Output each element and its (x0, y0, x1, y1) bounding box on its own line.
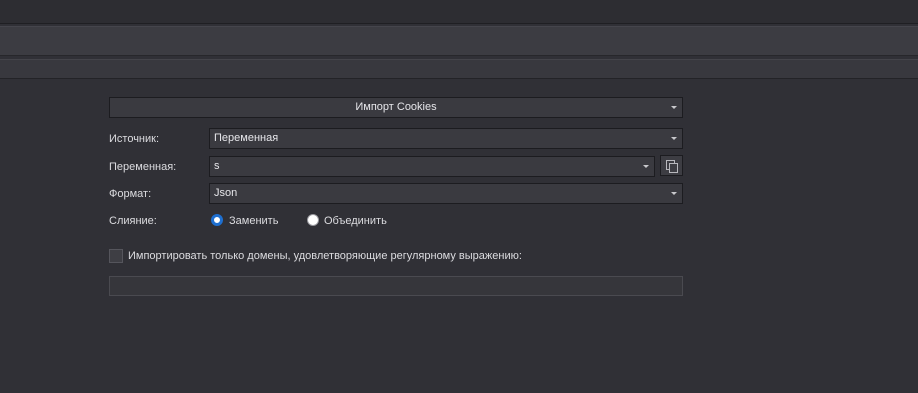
variable-dropdown[interactable]: s (209, 156, 655, 177)
source-value: Переменная (214, 132, 279, 144)
source-dropdown[interactable]: Переменная (209, 128, 683, 149)
format-label: Формат: (109, 188, 152, 200)
domain-regex-input[interactable] (109, 276, 683, 296)
chevron-down-icon (671, 106, 677, 109)
merge-replace-label[interactable]: Заменить (229, 214, 278, 228)
variable-value: s (214, 160, 220, 172)
domain-filter-label[interactable]: Импортировать только домены, удовлетворя… (128, 249, 522, 263)
window-top-bar (0, 0, 918, 24)
merge-combine-label[interactable]: Объединить (324, 214, 387, 228)
toolbar-strip (0, 26, 918, 56)
action-type-value: Импорт Cookies (355, 101, 437, 113)
action-type-dropdown[interactable]: Импорт Cookies (109, 97, 683, 118)
format-value: Json (214, 187, 238, 199)
domain-filter-checkbox[interactable] (109, 249, 123, 263)
variable-label: Переменная: (109, 161, 177, 173)
merge-combine-radio[interactable] (307, 214, 319, 226)
secondary-toolbar-strip (0, 59, 918, 79)
merge-label: Слияние: (109, 215, 157, 227)
chevron-down-icon (643, 165, 649, 168)
chevron-down-icon (671, 192, 677, 195)
source-label: Источник: (109, 133, 160, 145)
merge-replace-radio[interactable] (211, 214, 223, 226)
format-dropdown[interactable]: Json (209, 183, 683, 204)
copy-variable-button[interactable] (660, 155, 683, 176)
chevron-down-icon (671, 137, 677, 140)
